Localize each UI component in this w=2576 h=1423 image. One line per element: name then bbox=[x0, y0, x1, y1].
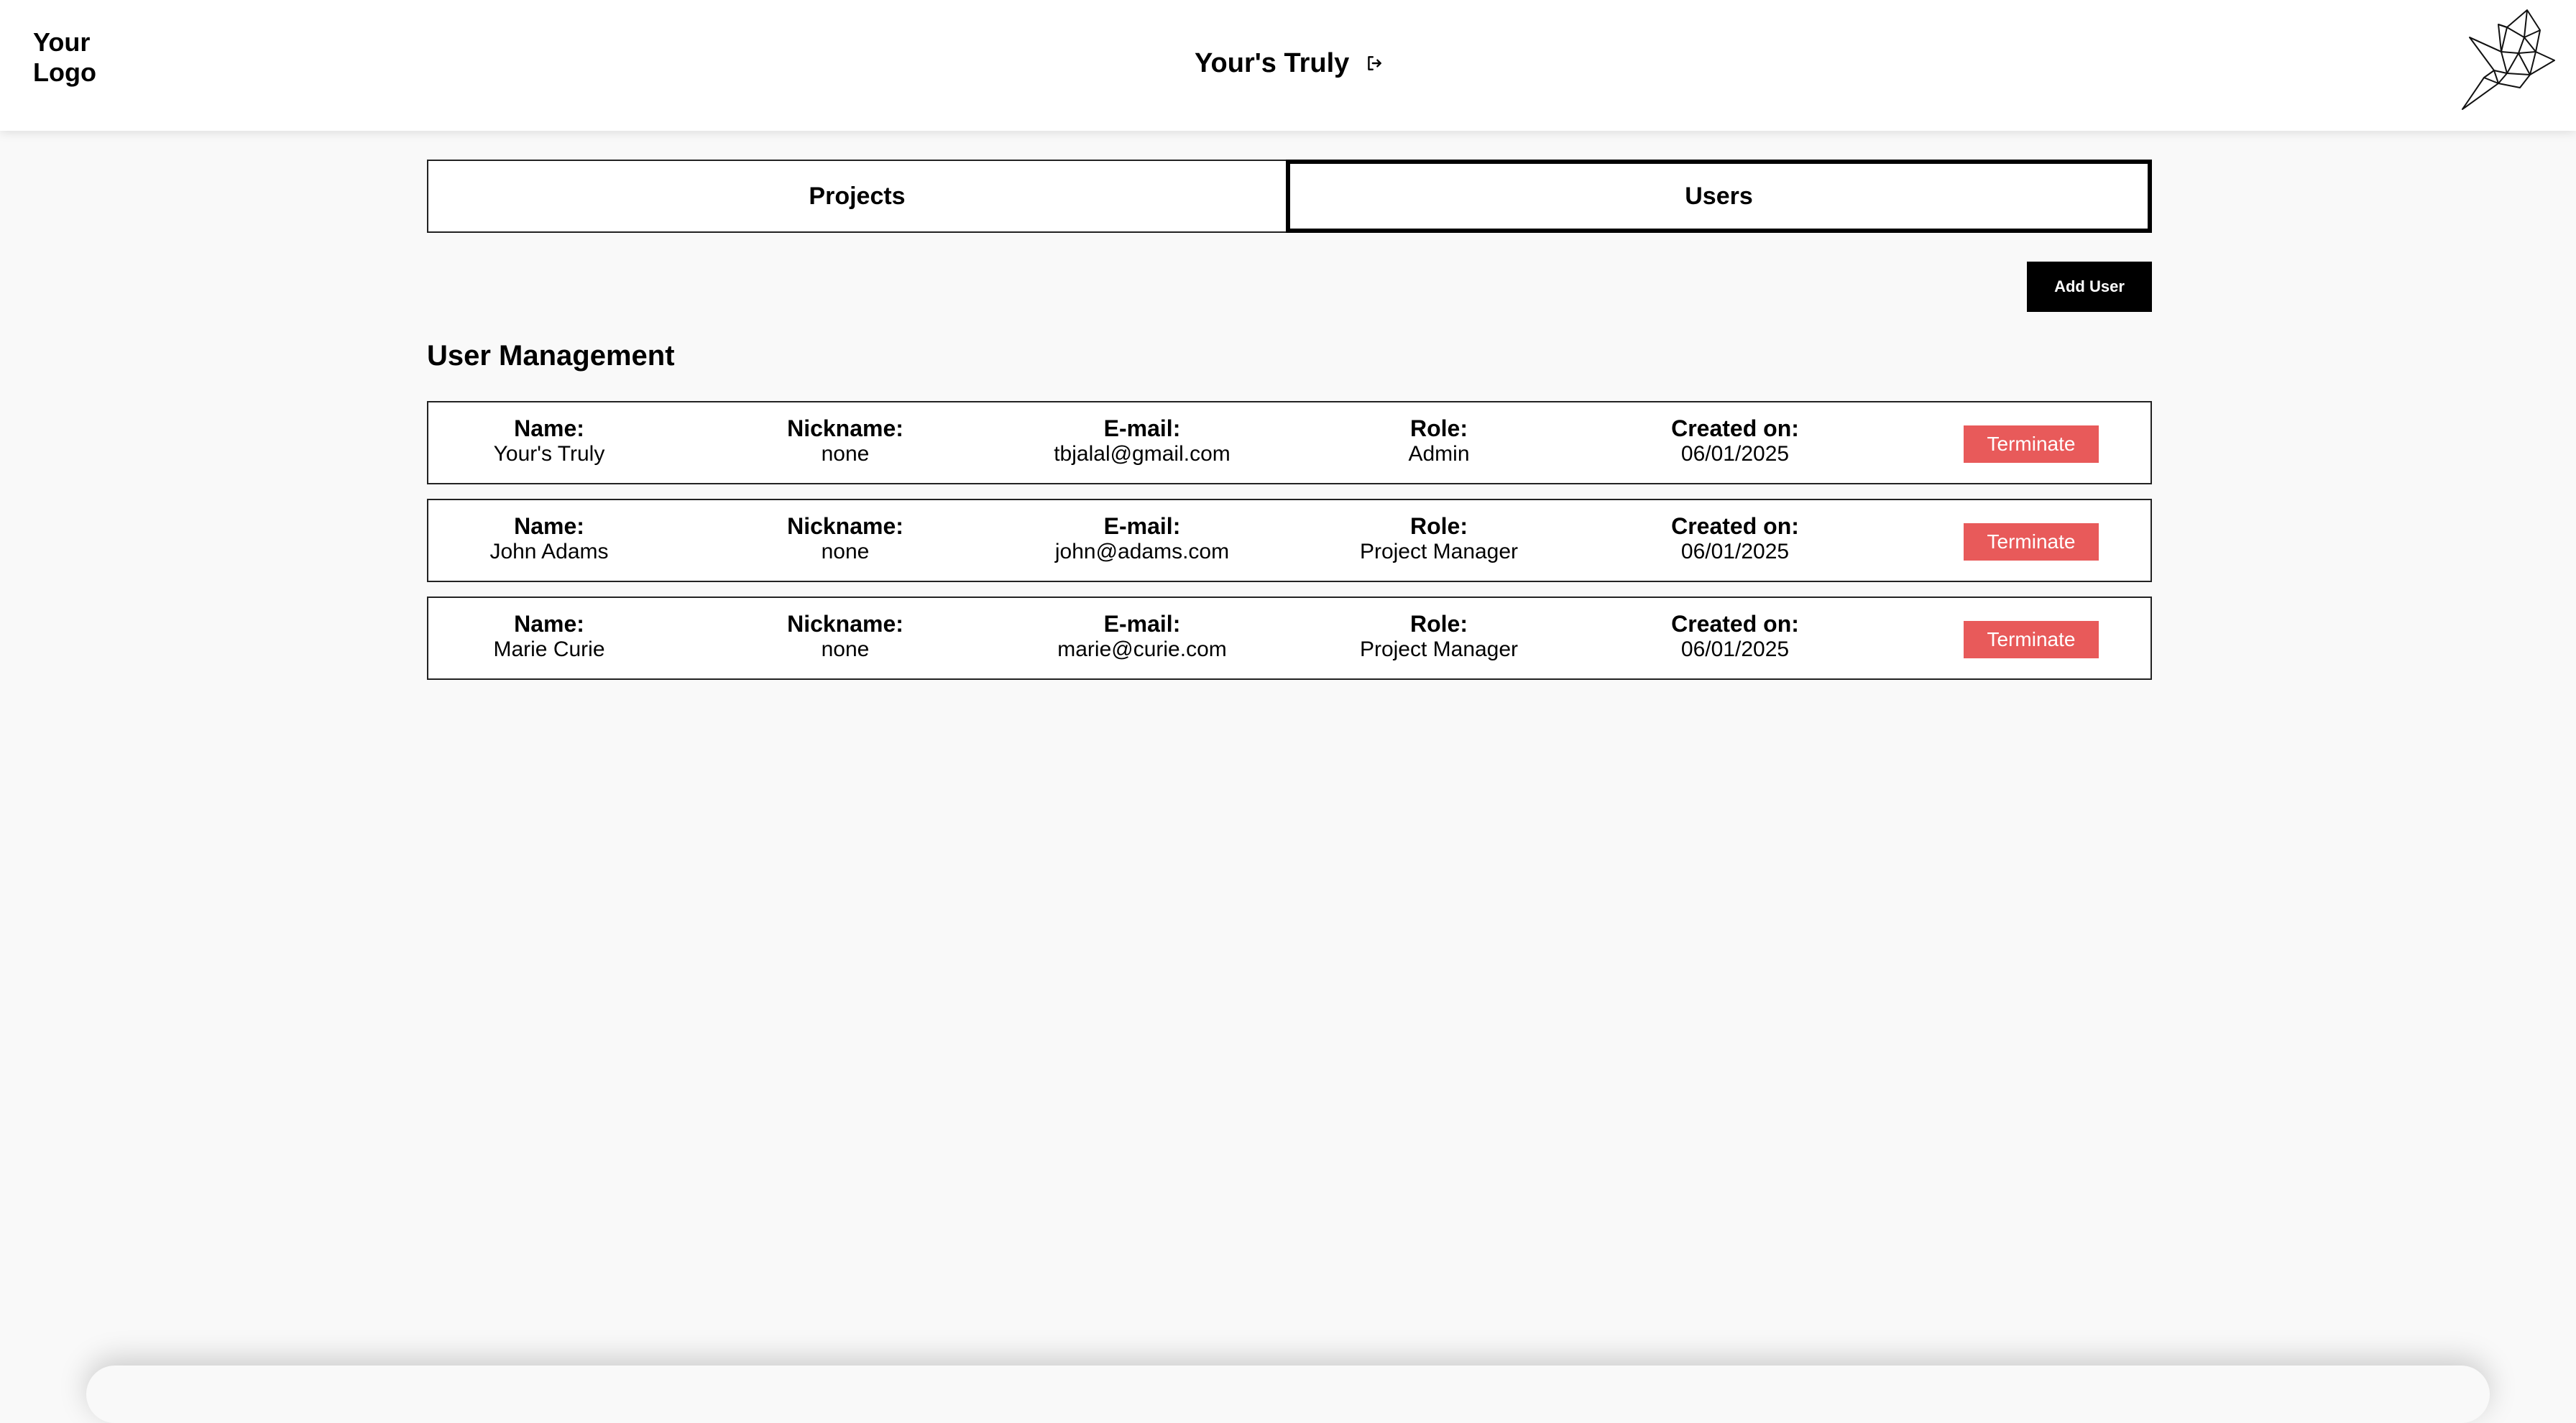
nickname-label: Nickname: bbox=[787, 415, 903, 441]
nickname-label: Nickname: bbox=[787, 611, 903, 637]
user-name-value: John Adams bbox=[489, 540, 609, 563]
user-nickname-value: none bbox=[821, 442, 870, 466]
user-created-value: 06/01/2025 bbox=[1680, 540, 1790, 563]
user-role-value: Admin bbox=[1408, 442, 1470, 466]
terminate-button[interactable]: Terminate bbox=[1964, 523, 2099, 561]
user-nickname-cell: Nickname: none bbox=[737, 513, 953, 565]
main-tabs: Projects Users bbox=[427, 160, 2152, 233]
email-label: E-mail: bbox=[1103, 415, 1181, 441]
terminate-button[interactable]: Terminate bbox=[1964, 425, 2099, 463]
user-created-cell: Created on: 06/01/2025 bbox=[1627, 513, 1843, 565]
user-email-cell: E-mail: john@adams.com bbox=[1034, 513, 1250, 565]
user-created-cell: Created on: 06/01/2025 bbox=[1627, 415, 1843, 467]
user-name-cell: Name: Your's Truly bbox=[441, 415, 657, 467]
created-label: Created on: bbox=[1671, 415, 1799, 441]
user-role-value: Project Manager bbox=[1359, 637, 1519, 661]
user-role-cell: Role: Admin bbox=[1331, 415, 1547, 467]
logo[interactable]: Your Logo bbox=[33, 27, 96, 88]
add-user-button[interactable]: Add User bbox=[2027, 262, 2152, 312]
logo-line-1: Your bbox=[33, 27, 91, 57]
role-label: Role: bbox=[1410, 513, 1468, 539]
tab-users[interactable]: Users bbox=[1286, 160, 2152, 233]
email-label: E-mail: bbox=[1103, 513, 1181, 539]
created-label: Created on: bbox=[1671, 611, 1799, 637]
user-email-cell: E-mail: tbjalal@gmail.com bbox=[1034, 415, 1250, 467]
user-nickname-cell: Nickname: none bbox=[737, 611, 953, 663]
origami-bird-icon bbox=[2462, 9, 2555, 110]
user-created-cell: Created on: 06/01/2025 bbox=[1627, 611, 1843, 663]
terminate-button[interactable]: Terminate bbox=[1964, 621, 2099, 658]
user-created-value: 06/01/2025 bbox=[1680, 637, 1790, 661]
user-email-value: john@adams.com bbox=[1054, 540, 1230, 563]
user-nickname-value: none bbox=[821, 540, 870, 563]
user-name-cell: Name: John Adams bbox=[441, 513, 657, 565]
user-nickname-value: none bbox=[821, 637, 870, 661]
user-email-value: marie@curie.com bbox=[1057, 637, 1227, 661]
user-name-value: Marie Curie bbox=[493, 637, 605, 661]
logout-icon[interactable] bbox=[1365, 54, 1384, 73]
user-name-cell: Name: Marie Curie bbox=[441, 611, 657, 663]
user-email-cell: E-mail: marie@curie.com bbox=[1034, 611, 1250, 663]
user-role-cell: Role: Project Manager bbox=[1331, 513, 1547, 565]
nickname-label: Nickname: bbox=[787, 513, 903, 539]
user-row: Name: John Adams Nickname: none E-mail: … bbox=[427, 499, 2152, 582]
user-row: Name: Marie Curie Nickname: none E-mail:… bbox=[427, 597, 2152, 680]
user-created-value: 06/01/2025 bbox=[1680, 442, 1790, 466]
current-user-name: Your's Truly bbox=[1195, 48, 1350, 78]
tab-projects[interactable]: Projects bbox=[427, 160, 1286, 233]
name-label: Name: bbox=[514, 415, 584, 441]
current-user: Your's Truly bbox=[1195, 46, 1384, 80]
page-title: User Management bbox=[427, 340, 675, 372]
bottom-panel-edge bbox=[86, 1366, 2490, 1423]
tab-projects-label: Projects bbox=[809, 182, 906, 210]
user-name-value: Your's Truly bbox=[493, 442, 605, 466]
name-label: Name: bbox=[514, 611, 584, 637]
name-label: Name: bbox=[514, 513, 584, 539]
tab-users-label: Users bbox=[1685, 182, 1753, 210]
role-label: Role: bbox=[1410, 415, 1468, 441]
created-label: Created on: bbox=[1671, 513, 1799, 539]
role-label: Role: bbox=[1410, 611, 1468, 637]
user-role-value: Project Manager bbox=[1359, 540, 1519, 563]
user-nickname-cell: Nickname: none bbox=[737, 415, 953, 467]
user-row: Name: Your's Truly Nickname: none E-mail… bbox=[427, 401, 2152, 484]
logo-line-2: Logo bbox=[33, 57, 96, 87]
user-role-cell: Role: Project Manager bbox=[1331, 611, 1547, 663]
top-header: Your Logo Your's Truly bbox=[0, 0, 2576, 131]
email-label: E-mail: bbox=[1103, 611, 1181, 637]
user-email-value: tbjalal@gmail.com bbox=[1054, 442, 1230, 466]
